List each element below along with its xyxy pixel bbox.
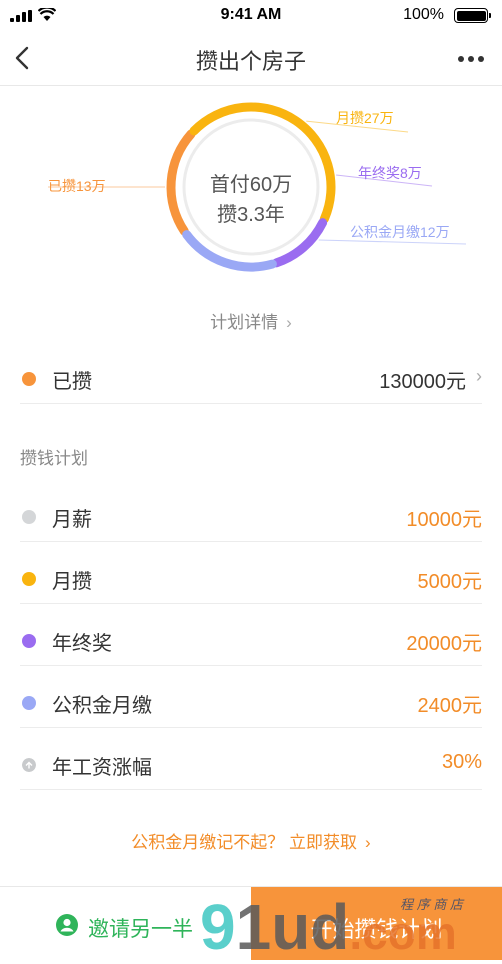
savings-donut-chart: 首付60万 攒3.3年 已攒13万 月攒27万 年终奖8万 公积金月缴12万	[0, 90, 502, 300]
plan-label: 年终奖	[52, 633, 112, 655]
page-title: 攒出个房子	[195, 49, 306, 74]
nav-bar: 攒出个房子	[0, 32, 502, 86]
watermark-a: 9	[200, 891, 236, 963]
get-link-label: 公积金月缴记不起？ 立即获取	[131, 833, 358, 852]
invite-label: 邀请另一半	[88, 918, 193, 941]
plan-detail-link[interactable]: 计划详情 ›	[0, 308, 502, 333]
plan-value: 20000元	[406, 633, 482, 655]
saved-dot-icon	[22, 372, 36, 386]
monthly-dot-icon	[22, 572, 36, 586]
battery-percent: 100%	[403, 6, 444, 23]
plan-value: 30%	[441, 751, 482, 773]
plan-value: 5000元	[417, 571, 483, 593]
bonus-dot-icon	[22, 634, 36, 648]
callout-saved: 已攒13万	[48, 178, 106, 194]
callout-fund: 公积金月缴12万	[350, 224, 450, 240]
chevron-right-icon: ›	[476, 366, 482, 386]
more-icon[interactable]	[458, 54, 484, 64]
chevron-right-icon: ›	[286, 313, 292, 332]
saved-label: 已攒	[52, 371, 92, 393]
callout-bonus: 年终奖8万	[358, 165, 422, 181]
plan-row-housing-fund[interactable]: 公积金月缴 2400元	[20, 676, 482, 728]
chart-center-years: 攒3.3年	[217, 204, 285, 226]
section-title: 攒钱计划	[20, 449, 88, 468]
plan-label: 月攒	[52, 571, 92, 593]
fund-dot-icon	[22, 696, 36, 710]
plan-row-bonus[interactable]: 年终奖 20000元	[20, 614, 482, 666]
plan-row-raise[interactable]: 年工资涨幅 30%	[20, 738, 482, 790]
plan-row-salary[interactable]: 月薪 10000元	[20, 490, 482, 542]
status-bar: 9:41 AM 100%	[0, 0, 502, 32]
chart-center: 首付60万 攒3.3年	[171, 170, 331, 230]
plan-value: 2400元	[417, 695, 483, 717]
salary-dot-icon	[22, 510, 36, 524]
user-icon	[56, 914, 78, 936]
watermark-b: 1ud	[235, 891, 350, 963]
up-arrow-icon	[22, 758, 36, 772]
chevron-right-icon: ›	[365, 833, 371, 852]
plan-label: 月薪	[52, 509, 92, 531]
battery-icon	[454, 8, 491, 23]
callout-monthly: 月攒27万	[336, 110, 394, 126]
chart-center-down-payment: 首付60万	[209, 174, 293, 196]
saved-row[interactable]: 已攒 130000元 ›	[20, 352, 482, 404]
watermark-c: .com	[349, 907, 457, 959]
plan-detail-label: 计划详情	[210, 313, 279, 332]
saved-value: 130000元	[379, 371, 466, 393]
plan-label: 公积金月缴	[52, 695, 152, 717]
plan-row-monthly-saving[interactable]: 月攒 5000元	[20, 552, 482, 604]
plan-value: 10000元	[406, 509, 482, 531]
get-housing-fund-link[interactable]: 公积金月缴记不起？ 立即获取 ›	[0, 828, 502, 853]
plan-label: 年工资涨幅	[52, 757, 152, 779]
watermark-sub: 程 序 商 店	[400, 897, 463, 912]
